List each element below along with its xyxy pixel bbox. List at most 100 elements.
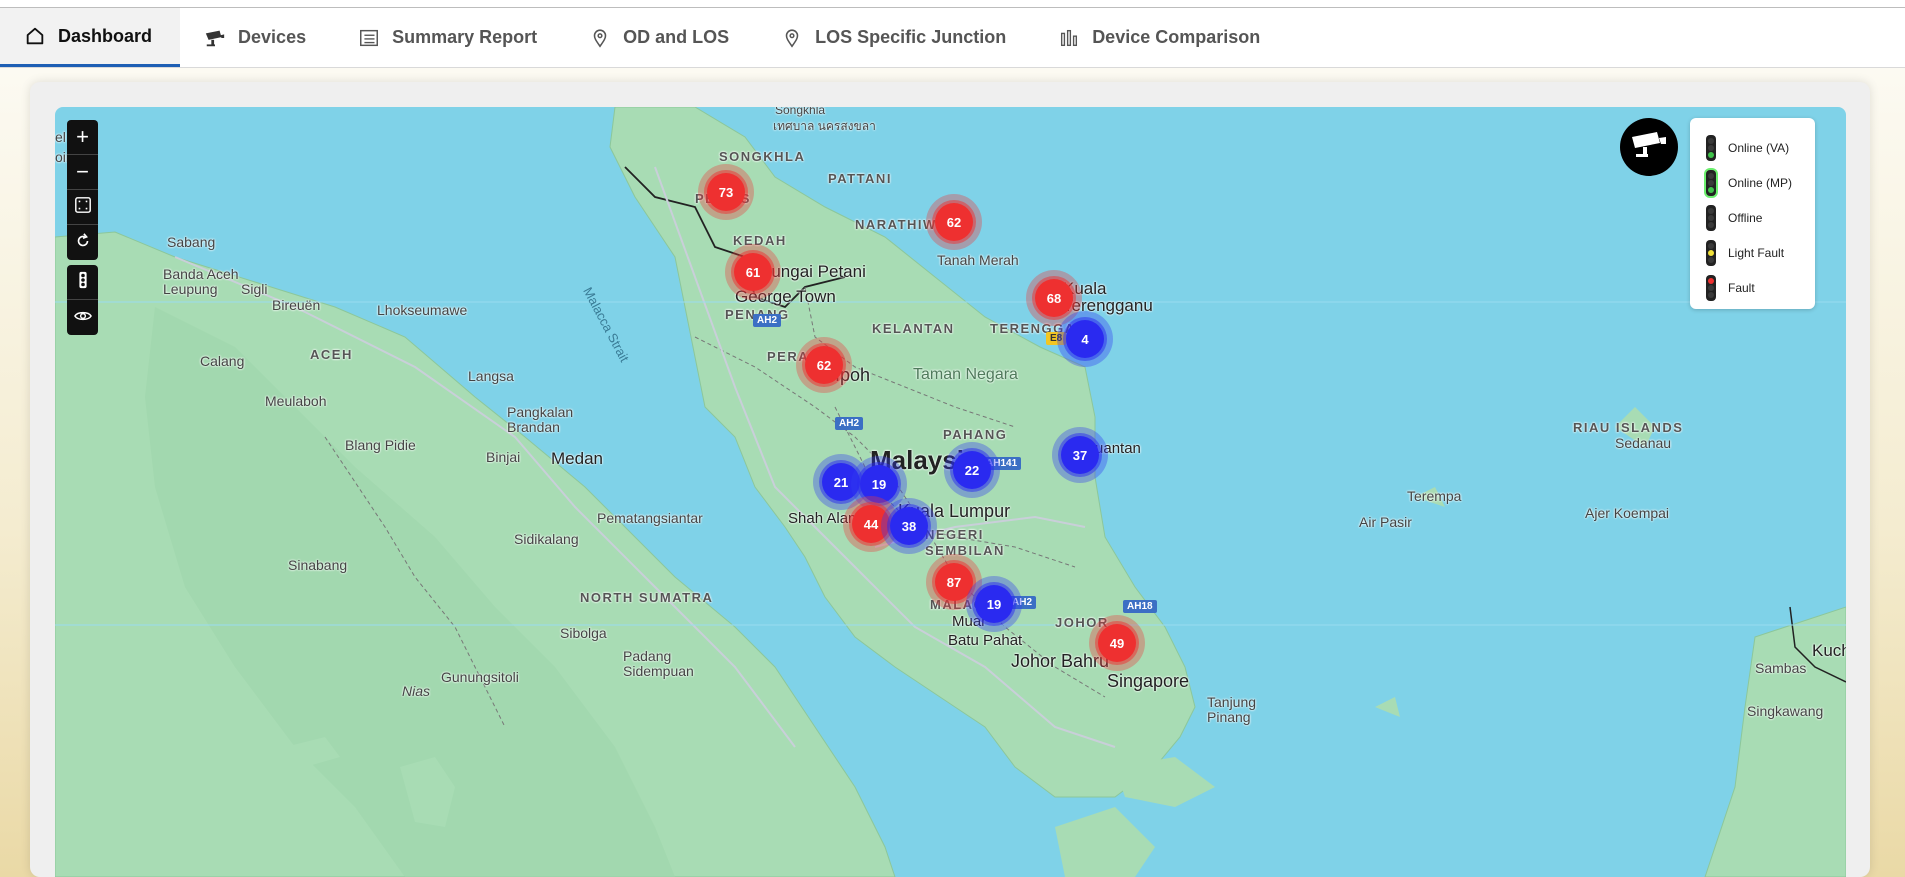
cluster-count: 68 xyxy=(1035,279,1073,317)
traffic-light-off-icon xyxy=(1706,204,1716,231)
tab-label: OD and LOS xyxy=(623,27,730,47)
legend-item-offline: Offline xyxy=(1706,200,1815,235)
device-cluster[interactable]: 22 xyxy=(944,442,1000,498)
reset-view-button[interactable] xyxy=(67,225,98,260)
fullscreen-icon xyxy=(74,194,92,220)
traffic-light-icon xyxy=(74,269,92,295)
traffic-light-green-outline-icon xyxy=(1706,169,1716,196)
map-label-medan: Medan xyxy=(551,449,603,468)
device-cluster[interactable]: 62 xyxy=(796,337,852,393)
top-divider xyxy=(0,0,1905,8)
cctv-camera-icon xyxy=(204,27,226,49)
map-view[interactable]: Songkhla เทศบาล นครสงขลา SONGKHLA PATTAN… xyxy=(55,107,1846,877)
tab-label: Dashboard xyxy=(58,25,153,46)
legend-item-fault: Fault xyxy=(1706,270,1815,305)
map-label-sambas: Sambas xyxy=(1755,660,1807,676)
map-label-songkhla-thai: เทศบาล นครสงขลา xyxy=(773,119,876,133)
location-pin-icon xyxy=(781,27,803,49)
map-label-banda-aceh: Banda Aceh xyxy=(163,266,239,282)
legend-label: Online (VA) xyxy=(1728,140,1790,155)
map-label-sibolga: Sibolga xyxy=(560,625,607,641)
legend-item-online-va: Online (VA) xyxy=(1706,130,1815,165)
map-layer-toolbar xyxy=(67,265,98,335)
legend-label: Offline xyxy=(1728,210,1763,225)
map-label-tanah-merah: Tanah Merah xyxy=(937,252,1019,268)
map-label-sidikalang: Sidikalang xyxy=(514,531,579,547)
zoom-in-button[interactable]: + xyxy=(67,120,98,155)
cluster-count: 62 xyxy=(935,203,973,241)
map-label-calang: Calang xyxy=(200,353,245,369)
cluster-count: 19 xyxy=(975,585,1013,623)
tab-summary-report[interactable]: Summary Report xyxy=(334,8,565,67)
eye-icon xyxy=(73,305,92,331)
tab-label: LOS Specific Junction xyxy=(815,27,1007,47)
map-label-pattani: PATTANI xyxy=(828,171,892,186)
fullscreen-button[interactable] xyxy=(67,190,98,225)
device-cluster[interactable]: 38 xyxy=(881,498,937,554)
bar-chart-icon xyxy=(1058,27,1080,49)
map-label-sabang: Sabang xyxy=(167,234,216,250)
tab-od-and-los[interactable]: OD and LOS xyxy=(565,8,757,67)
camera-layer-button[interactable] xyxy=(1620,118,1678,176)
map-label-bireuen: Bireuën xyxy=(272,297,321,313)
report-list-icon xyxy=(358,27,380,49)
map-label-tanjung-pinang: Tanjung Pinang xyxy=(1207,694,1257,725)
legend-label: Light Fault xyxy=(1728,245,1785,260)
cluster-count: 22 xyxy=(953,451,991,489)
highway-shield: AH2 xyxy=(753,314,782,327)
legend-label: Fault xyxy=(1728,280,1755,295)
highway-shield: AH2 xyxy=(835,417,864,430)
map-label-ajer-koempai: Ajer Koempai xyxy=(1585,505,1670,521)
tab-devices[interactable]: Devices xyxy=(180,8,334,67)
map-label-sinabang: Sinabang xyxy=(288,557,348,573)
cluster-count: 62 xyxy=(805,346,843,384)
tab-device-comparison[interactable]: Device Comparison xyxy=(1034,8,1288,67)
map-label-lhokseumawe: Lhokseumawe xyxy=(377,302,468,318)
location-pin-icon xyxy=(589,27,611,49)
map-label-kelantan: KELANTAN xyxy=(872,321,955,336)
map-label-binjai: Binjai xyxy=(486,449,521,465)
visibility-toggle-button[interactable] xyxy=(67,300,98,335)
tab-label: Device Comparison xyxy=(1092,27,1261,47)
device-cluster[interactable]: 19 xyxy=(966,576,1022,632)
device-cluster[interactable]: 61 xyxy=(725,244,781,300)
map-label-blang-pidie: Blang Pidie xyxy=(345,437,416,453)
map-label-pangkalan-brandan: Pangkalan Brandan xyxy=(507,404,574,435)
traffic-light-yellow-icon xyxy=(1706,239,1716,266)
device-cluster[interactable]: 4 xyxy=(1057,311,1113,367)
traffic-toggle-button[interactable] xyxy=(67,265,98,300)
cluster-count: 73 xyxy=(707,173,745,211)
map-label-padang-sidempuan: Padang Sidempuan xyxy=(623,648,694,679)
status-legend: Online (VA) Online (MP) Offline Light Fa… xyxy=(1690,118,1815,309)
tab-label: Devices xyxy=(238,27,307,47)
traffic-light-red-icon xyxy=(1706,274,1716,301)
tab-los-specific-junction[interactable]: LOS Specific Junction xyxy=(757,8,1034,67)
cluster-count: 49 xyxy=(1098,624,1136,662)
map-label-pematangsiantar: Pematangsiantar xyxy=(597,510,703,526)
zoom-out-button[interactable]: − xyxy=(67,155,98,190)
tab-dashboard[interactable]: Dashboard xyxy=(0,8,181,67)
map-label-sedanau: Sedanau xyxy=(1615,435,1672,451)
home-icon xyxy=(24,25,46,47)
map-label-terempa: Terempa xyxy=(1407,488,1462,504)
map-label-nias: Nias xyxy=(402,683,431,699)
map-label-gunungsitoli: Gunungsitoli xyxy=(441,669,519,685)
refresh-icon xyxy=(74,230,92,256)
cluster-count: 4 xyxy=(1066,320,1104,358)
map-label-riau-islands: RIAU ISLANDS xyxy=(1573,420,1684,435)
map-label-kuching: Kuchi xyxy=(1812,641,1846,660)
map-label-left-edge-1: el xyxy=(55,129,66,145)
legend-label: Online (MP) xyxy=(1728,175,1793,190)
cluster-count: 37 xyxy=(1061,436,1099,474)
map-label-songkhla-th: Songkhla xyxy=(775,107,826,117)
map-label-batu-pahat: Batu Pahat xyxy=(948,632,1023,649)
device-cluster[interactable]: 73 xyxy=(698,164,754,220)
map-label-sigli: Sigli xyxy=(241,281,268,297)
highway-shield: AH18 xyxy=(1123,600,1157,613)
map-label-north-sumatra: NORTH SUMATRA xyxy=(580,590,714,605)
map-label-aceh: ACEH xyxy=(310,347,353,362)
device-cluster[interactable]: 62 xyxy=(926,194,982,250)
device-cluster[interactable]: 37 xyxy=(1052,427,1108,483)
device-cluster[interactable]: 49 xyxy=(1089,615,1145,671)
cctv-camera-icon xyxy=(1629,129,1669,166)
